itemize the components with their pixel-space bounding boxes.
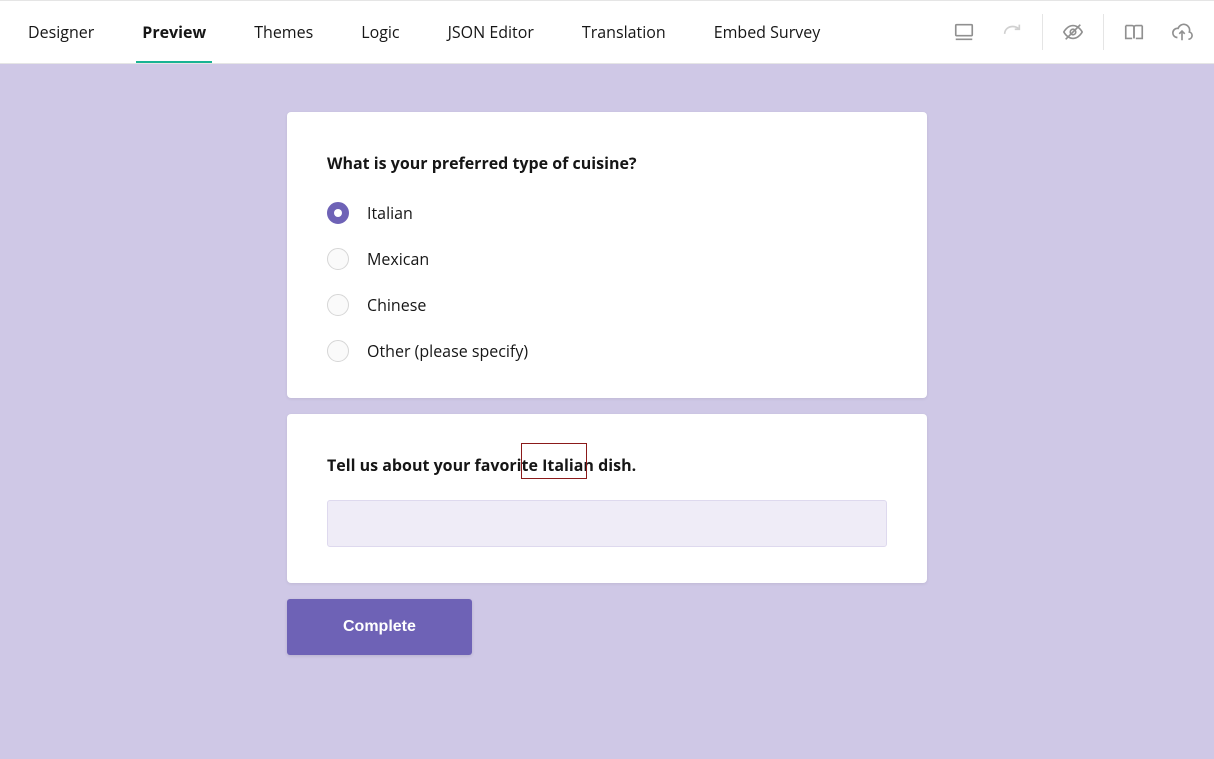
radio-option-mexican[interactable]: Mexican [327,248,887,270]
tab-bar: Designer Preview Themes Logic JSON Edito… [4,1,844,63]
radio-indicator [327,340,349,362]
toolbar-divider [1042,14,1043,50]
option-label: Mexican [367,248,429,270]
redo-arrow-icon [1001,21,1023,43]
option-label: Italian [367,202,413,224]
question-card-favorite-dish: Tell us about your favorite Italian dish… [287,414,927,583]
redo-button[interactable] [988,0,1036,64]
open-docs-button[interactable] [1110,0,1158,64]
action-row: Complete [287,599,927,655]
option-label: Other (please specify) [367,340,528,362]
question-title: Tell us about your favorite Italian dish… [327,454,636,476]
tab-logic[interactable]: Logic [337,1,423,63]
toolbar-actions [940,1,1206,63]
tab-designer[interactable]: Designer [4,1,118,63]
question-title: What is your preferred type of cuisine? [327,152,887,174]
radio-option-italian[interactable]: Italian [327,202,887,224]
cloud-upload-icon [1171,21,1193,43]
book-icon [1123,21,1145,43]
radio-indicator [327,202,349,224]
option-label: Chinese [367,294,426,316]
tab-embed-survey[interactable]: Embed Survey [690,1,845,63]
complete-button[interactable]: Complete [287,599,472,655]
device-preview-button[interactable] [940,0,988,64]
radio-indicator [327,248,349,270]
top-toolbar: Designer Preview Themes Logic JSON Edito… [0,0,1214,64]
tab-preview[interactable]: Preview [118,1,230,63]
question-card-cuisine: What is your preferred type of cuisine? … [287,112,927,398]
tab-json-editor[interactable]: JSON Editor [424,1,558,63]
tab-themes[interactable]: Themes [230,1,337,63]
upload-cloud-button[interactable] [1158,0,1206,64]
radio-option-chinese[interactable]: Chinese [327,294,887,316]
tab-translation[interactable]: Translation [558,1,690,63]
preview-stage: What is your preferred type of cuisine? … [0,64,1214,759]
monitor-icon [953,21,975,43]
radio-option-other[interactable]: Other (please specify) [327,340,887,362]
toggle-invisible-button[interactable] [1049,0,1097,64]
toolbar-divider [1103,14,1104,50]
eye-off-icon [1062,21,1084,43]
favorite-dish-input[interactable] [327,500,887,547]
radio-indicator [327,294,349,316]
